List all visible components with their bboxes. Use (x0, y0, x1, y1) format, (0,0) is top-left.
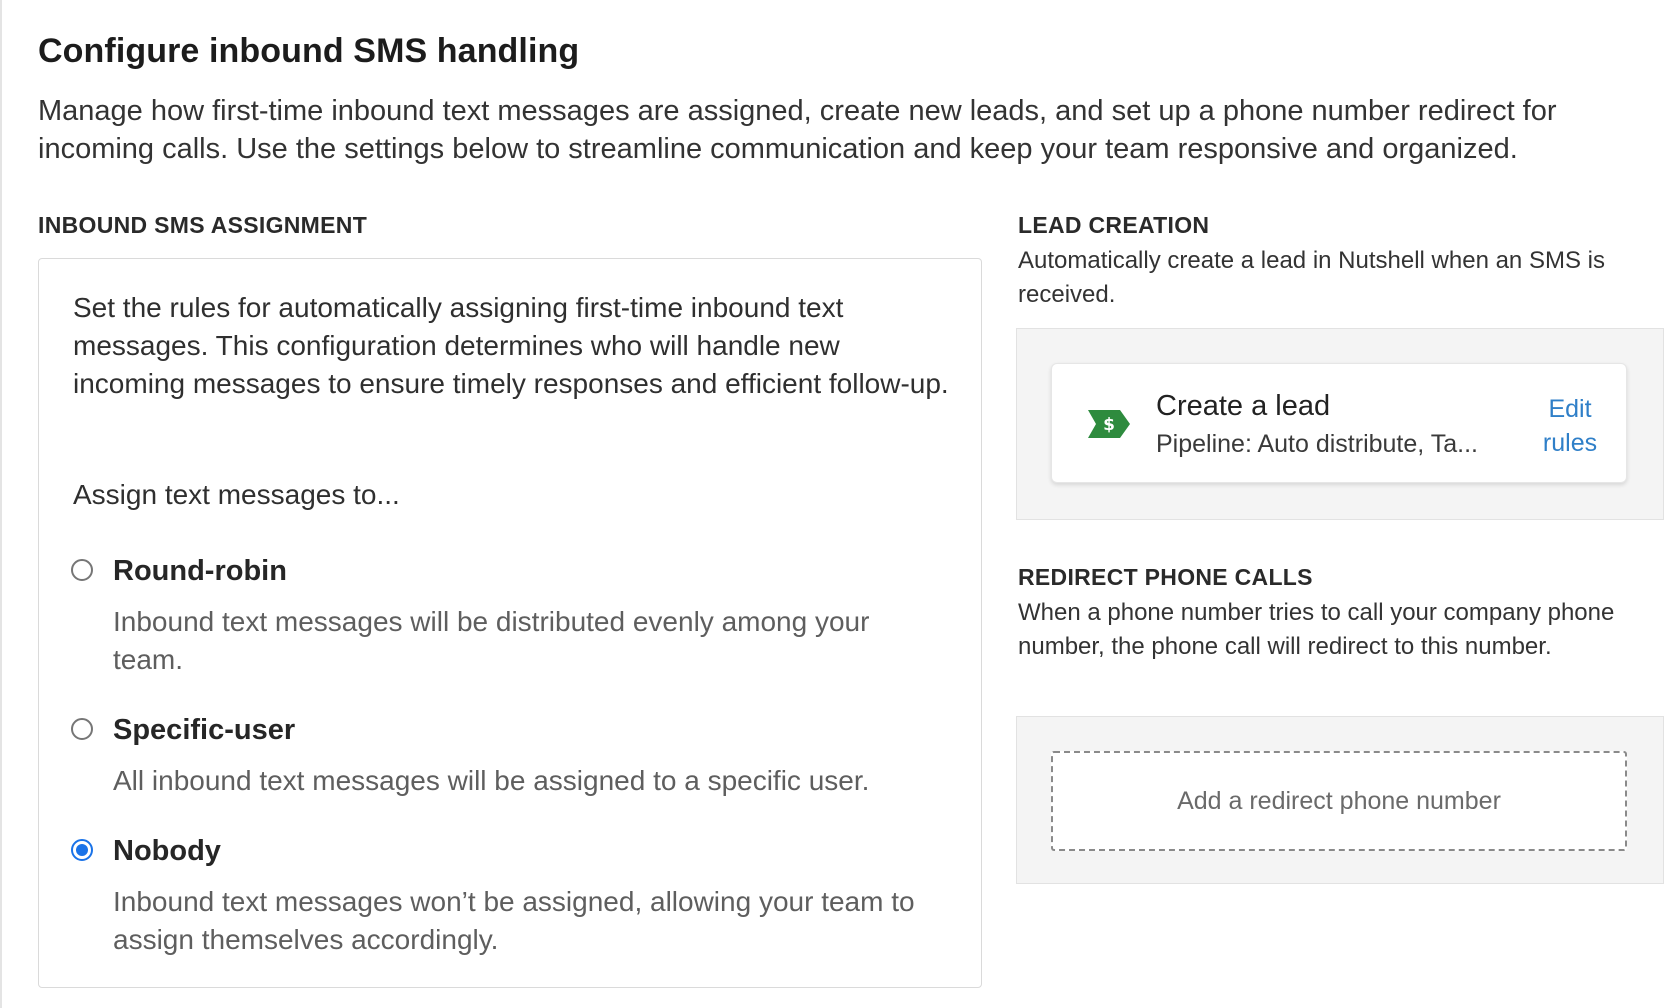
option-specific-user[interactable]: Specific-user All inbound text messages … (71, 714, 951, 804)
round-robin-radio[interactable] (71, 559, 93, 581)
create-lead-card[interactable]: $ Create a lead Pipeline: Auto distribut… (1051, 363, 1627, 483)
page-description: Manage how first-time inbound text messa… (38, 95, 1557, 165)
edit-rules-link[interactable]: Edit rules (1530, 392, 1610, 460)
option-title: Nobody (113, 835, 221, 867)
redirect-section-label: REDIRECT PHONE CALLS (1018, 564, 1313, 590)
redirect-description: When a phone number tries to call your c… (1018, 599, 1615, 660)
lead-creation-description: Automatically create a lead in Nutshell … (1018, 247, 1605, 308)
option-round-robin[interactable]: Round-robin Inbound text messages will b… (71, 555, 951, 685)
specific-user-radio[interactable] (71, 718, 93, 740)
lead-creation-section-label: LEAD CREATION (1018, 212, 1210, 238)
lead-pipeline-summary: Pipeline: Auto distribute, Ta... (1156, 430, 1478, 458)
dollar-glyph: $ (1103, 415, 1115, 435)
assignment-card: Set the rules for automatically assignin… (38, 258, 982, 988)
assignment-description: Set the rules for automatically assignin… (73, 292, 949, 399)
option-title: Round-robin (113, 555, 287, 587)
option-title: Specific-user (113, 714, 296, 746)
add-redirect-number-button[interactable]: Add a redirect phone number (1051, 751, 1627, 851)
nobody-radio[interactable] (71, 839, 93, 861)
dollar-tag-icon: $ (1088, 410, 1130, 438)
assignment-section-label: INBOUND SMS ASSIGNMENT (38, 212, 368, 238)
option-description: All inbound text messages will be assign… (113, 765, 870, 796)
assign-to-prompt: Assign text messages to... (73, 479, 400, 510)
create-lead-title: Create a lead (1156, 390, 1331, 422)
redirect-panel: Add a redirect phone number (1016, 716, 1664, 884)
option-description: Inbound text messages won’t be assigned,… (113, 886, 915, 955)
page-title: Configure inbound SMS handling (38, 32, 580, 70)
lead-creation-panel: $ Create a lead Pipeline: Auto distribut… (1016, 328, 1664, 520)
option-nobody[interactable]: Nobody Inbound text messages won’t be as… (71, 835, 951, 965)
option-description: Inbound text messages will be distribute… (113, 606, 870, 675)
sms-settings-page: Configure inbound SMS handling Manage ho… (0, 0, 1676, 1008)
